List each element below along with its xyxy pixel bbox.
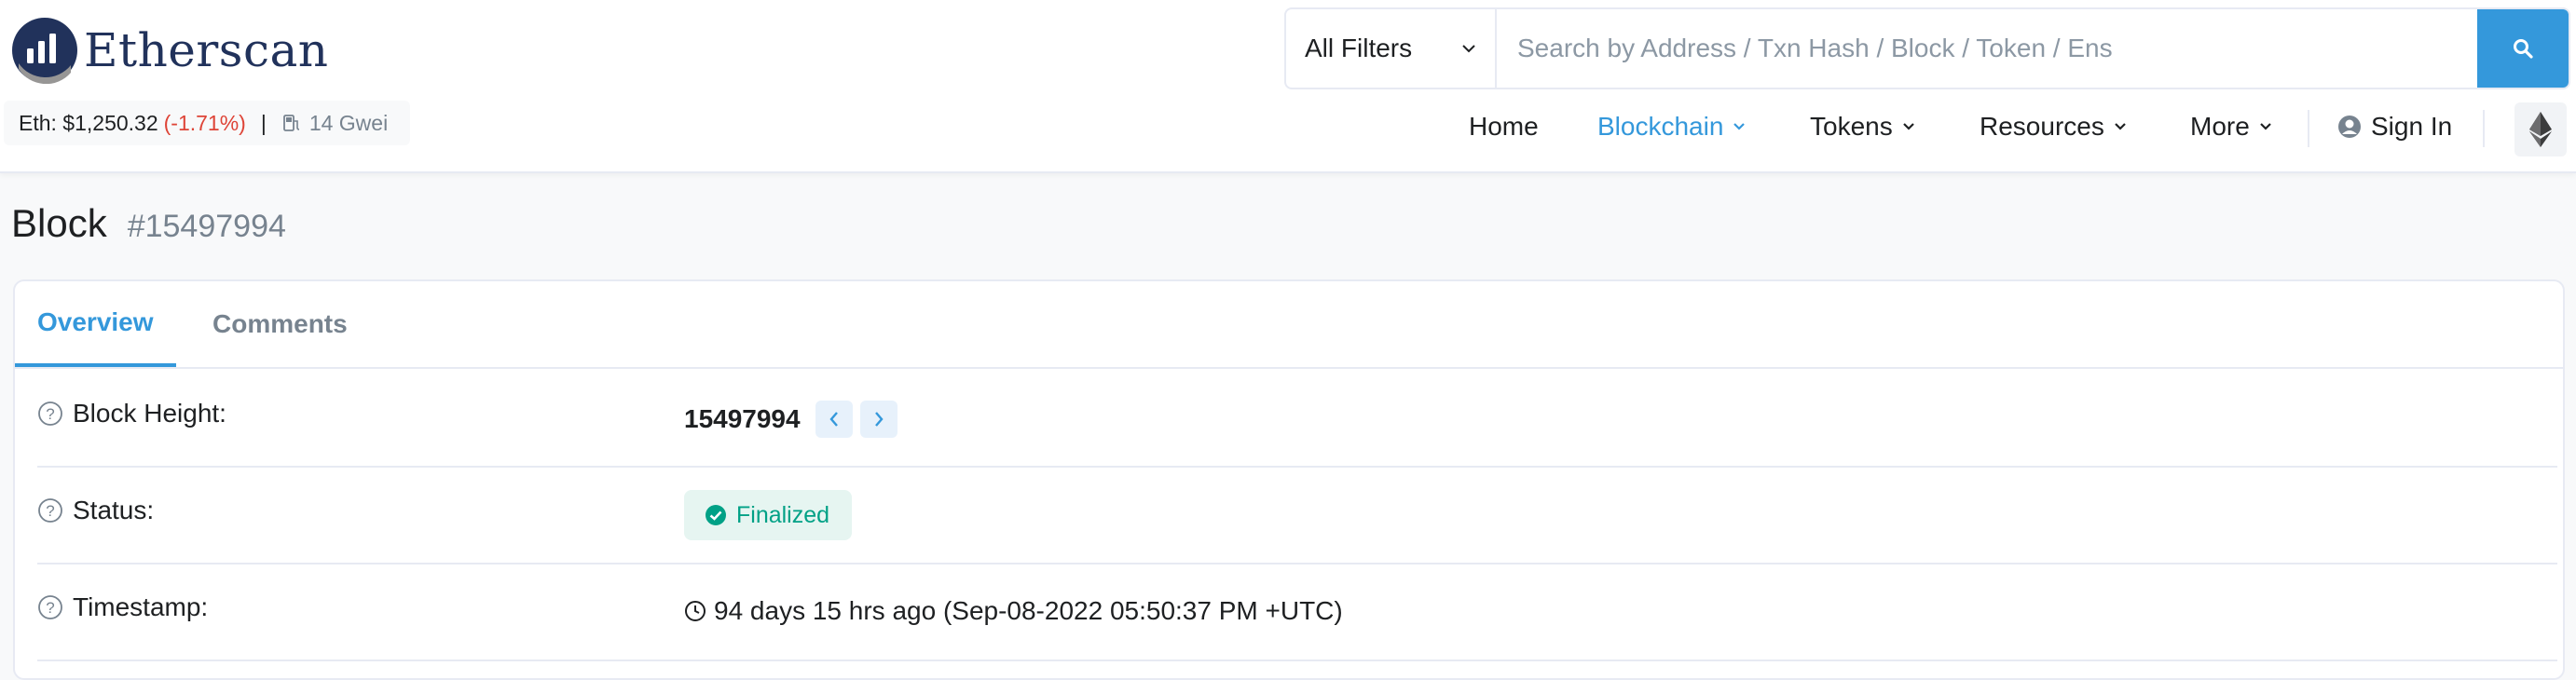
status-value: Finalized	[736, 501, 830, 528]
ethereum-icon	[2529, 112, 2552, 147]
chevron-right-icon	[874, 412, 884, 427]
block-height-value: 15497994	[684, 404, 801, 433]
chevron-down-icon	[2260, 123, 2271, 130]
gas-price[interactable]: 14 Gwei	[309, 111, 388, 136]
nav-tokens-label: Tokens	[1810, 112, 1893, 141]
eth-price-change: (-1.71%)	[163, 110, 246, 135]
eth-price-bar: Eth: $1,250.32 (-1.71%) | 14 Gwei	[4, 101, 411, 145]
timestamp-value-wrap: 94 days 15 hrs ago (Sep-08-2022 05:50:37…	[684, 596, 1343, 626]
tab-overview-label: Overview	[37, 307, 154, 336]
gas-pump-icon	[282, 115, 299, 131]
timestamp-value: 94 days 15 hrs ago (Sep-08-2022 05:50:37…	[714, 596, 1343, 625]
status-row: ? Status: Finalized	[37, 468, 2557, 564]
page-title-text: Block	[11, 201, 107, 245]
timestamp-row: ? Timestamp: 94 days 15 hrs ago (Sep-08-…	[37, 564, 2557, 661]
brand-name: Etherscan	[84, 23, 329, 77]
nav-more-label: More	[2190, 112, 2250, 141]
user-circle-icon	[2338, 116, 2361, 138]
search-icon	[2514, 39, 2533, 59]
brand-logo[interactable]: Etherscan	[11, 17, 328, 84]
nav-divider	[2308, 110, 2309, 147]
clock-icon	[685, 601, 706, 621]
sign-in-label: Sign In	[2371, 112, 2453, 141]
previous-block-button[interactable]	[815, 401, 853, 438]
block-height-row: ? Block Height: 15497994	[37, 371, 2557, 468]
network-switch-button[interactable]	[2514, 102, 2567, 156]
page-title: Block #15497994	[11, 201, 286, 246]
sign-in-link[interactable]: Sign In	[2337, 112, 2452, 142]
timestamp-value-group: 94 days 15 hrs ago (Sep-08-2022 05:50:37…	[684, 596, 1343, 626]
nav-blockchain[interactable]: Blockchain	[1597, 112, 1746, 142]
nav-tokens[interactable]: Tokens	[1810, 112, 1915, 142]
block-details-card: Overview Comments ? Block Height: 154979…	[13, 279, 2565, 680]
block-height-label-group: ? Block Height:	[37, 399, 226, 428]
tab-overview[interactable]: Overview	[15, 281, 176, 367]
chevron-down-icon	[2115, 123, 2126, 130]
status-badge: Finalized	[684, 490, 853, 540]
site-header: Etherscan Eth: $1,250.32 (-1.71%) | 14 G…	[0, 0, 2576, 173]
timestamp-label-group: ? Timestamp:	[37, 592, 208, 622]
status-label-group: ? Status:	[37, 496, 154, 525]
search-bar: All Filters	[1284, 7, 2570, 89]
help-circle-icon[interactable]: ?	[37, 594, 63, 620]
tab-comments-label: Comments	[212, 309, 348, 338]
timestamp-label: Timestamp:	[73, 592, 209, 621]
chevron-left-icon	[829, 412, 838, 427]
svg-text:?: ?	[46, 405, 54, 423]
nav-resources[interactable]: Resources	[1980, 112, 2127, 142]
svg-text:?: ?	[46, 502, 54, 520]
help-circle-icon[interactable]: ?	[37, 497, 63, 524]
nav-resources-label: Resources	[1980, 112, 2104, 141]
nav-more[interactable]: More	[2190, 112, 2272, 142]
eth-price[interactable]: Eth: $1,250.32	[19, 111, 158, 136]
filter-label: All Filters	[1305, 34, 1413, 62]
tab-bar: Overview Comments	[15, 281, 2563, 369]
svg-text:?: ?	[46, 599, 54, 617]
help-circle-icon[interactable]: ?	[37, 401, 63, 427]
chevron-down-icon	[1902, 123, 1914, 130]
block-height-value-group: 15497994	[684, 401, 897, 438]
chevron-down-icon	[1733, 123, 1746, 130]
nav-divider	[2483, 110, 2485, 147]
block-height-label: Block Height:	[73, 399, 226, 428]
status-label: Status:	[73, 496, 155, 524]
chevron-down-icon	[1462, 45, 1475, 53]
search-filter-select[interactable]: All Filters	[1286, 9, 1497, 88]
search-button[interactable]	[2477, 9, 2569, 88]
next-block-button[interactable]	[859, 401, 897, 438]
search-input[interactable]	[1497, 9, 2477, 88]
nav-home-label: Home	[1469, 112, 1539, 141]
price-separator: |	[260, 110, 267, 135]
nav-blockchain-label: Blockchain	[1597, 112, 1724, 141]
nav-home[interactable]: Home	[1469, 112, 1539, 142]
tab-comments[interactable]: Comments	[212, 281, 348, 367]
etherscan-logo-icon	[12, 18, 77, 84]
status-value-group: Finalized	[684, 490, 853, 540]
block-number-subtitle: #15497994	[127, 209, 286, 244]
check-circle-icon	[706, 505, 726, 525]
